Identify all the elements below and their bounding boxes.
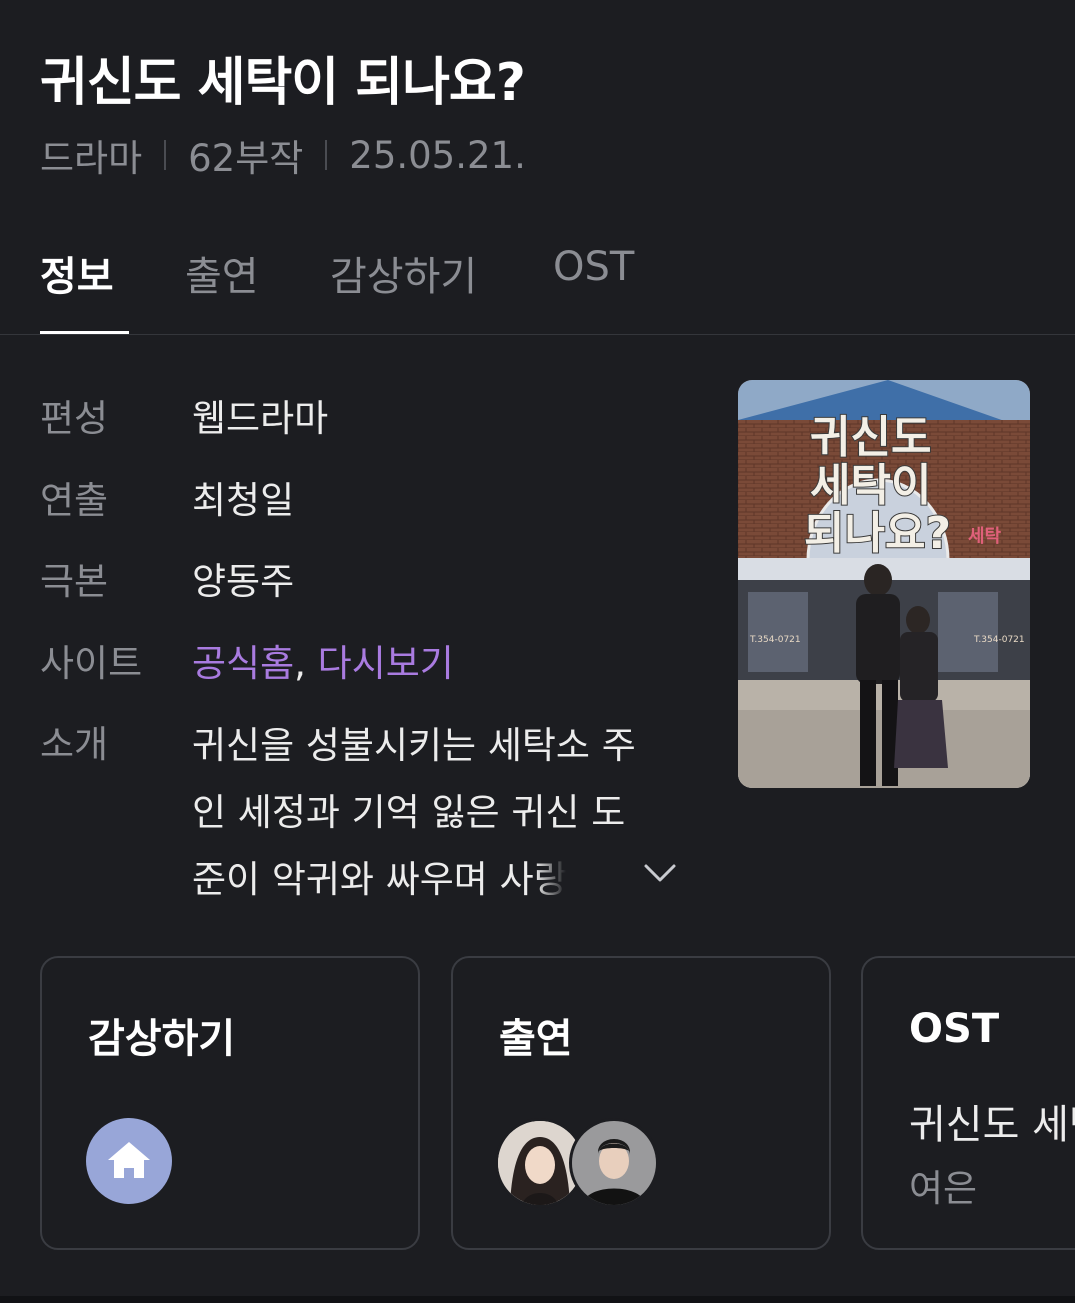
poster-title-line: 귀신도 xyxy=(810,412,931,463)
bottom-divider xyxy=(0,1296,1075,1303)
poster-phone-right: T.354-0721 xyxy=(973,635,1025,645)
meta-divider xyxy=(325,140,328,170)
home-icon-badge[interactable] xyxy=(86,1118,172,1204)
format-label: 편성 xyxy=(40,397,109,440)
official-site-link[interactable]: 공식홈 xyxy=(192,642,294,685)
site-label: 사이트 xyxy=(40,642,143,685)
ost-track-title: 귀신도 세탁이 되나요? xyxy=(909,1102,1075,1148)
avatar[interactable] xyxy=(569,1118,659,1208)
ost-card[interactable]: OST 귀신도 세탁이 되나요? 여은 xyxy=(861,956,1075,1250)
poster-illustration: 귀신도 세탁이 되나요? 세탁 T.354-0721 T.354-0721 xyxy=(738,380,1030,788)
site-links: 공식홈, 다시보기 xyxy=(192,633,454,687)
poster-sign-text: 세탁 xyxy=(968,526,1002,547)
meta-divider xyxy=(164,140,167,170)
tab-watch[interactable]: 감상하기 xyxy=(330,244,477,302)
date-text: 25.05.21. xyxy=(349,133,526,177)
tab-bar: 정보 출연 감상하기 OST xyxy=(0,240,1075,335)
active-tab-indicator xyxy=(40,331,129,334)
page-title: 귀신도 세탁이 되나요? xyxy=(40,53,526,113)
poster-title-line: 되나요? xyxy=(804,508,951,559)
director-value: 최청일 xyxy=(192,479,295,522)
writer-value: 양동주 xyxy=(192,560,295,603)
actor-avatar-image xyxy=(572,1121,656,1205)
genre-text: 드라마 xyxy=(40,137,143,180)
page: 귀신도 세탁이 되나요? 드라마 62부작 25.05.21. 정보 출연 감상… xyxy=(0,0,1075,1303)
poster-title-line: 세탁이 xyxy=(810,460,931,511)
chevron-down-icon[interactable] xyxy=(640,858,680,888)
synopsis-line: 귀신을 성불시키는 세탁소 주 xyxy=(192,724,636,767)
replay-link[interactable]: 다시보기 xyxy=(318,642,454,685)
poster-phone-left: T.354-0721 xyxy=(749,635,801,645)
cast-card[interactable]: 출연 xyxy=(451,956,831,1250)
tab-ost[interactable]: OST xyxy=(553,244,634,290)
meta-line: 드라마 62부작 25.05.21. xyxy=(40,128,526,182)
poster-image[interactable]: 귀신도 세탁이 되나요? 세탁 T.354-0721 T.354-0721 xyxy=(738,380,1030,788)
watch-card-title: 감상하기 xyxy=(88,1016,236,1062)
format-value: 웹드라마 xyxy=(192,397,329,440)
synopsis-line: 인 세정과 기억 잃은 귀신 도 xyxy=(192,791,626,834)
ost-artist: 여은 xyxy=(909,1167,978,1210)
synopsis-line: 준이 악귀와 싸우며 사랑을 xyxy=(192,858,602,901)
tab-cast[interactable]: 출연 xyxy=(185,244,259,302)
link-separator: , xyxy=(294,642,306,685)
director-label: 연출 xyxy=(40,479,109,522)
synopsis-text: 귀신을 성불시키는 세탁소 주 인 세정과 기억 잃은 귀신 도 준이 악귀와 … xyxy=(192,712,702,913)
synopsis-label: 소개 xyxy=(40,723,109,766)
tab-info[interactable]: 정보 xyxy=(40,244,114,302)
cast-card-title: 출연 xyxy=(499,1016,573,1062)
home-icon xyxy=(108,1142,150,1178)
episodes-text: 62부작 xyxy=(188,137,304,180)
ost-card-title: OST xyxy=(909,1006,1000,1052)
watch-card[interactable]: 감상하기 xyxy=(40,956,420,1250)
writer-label: 극본 xyxy=(40,560,109,603)
